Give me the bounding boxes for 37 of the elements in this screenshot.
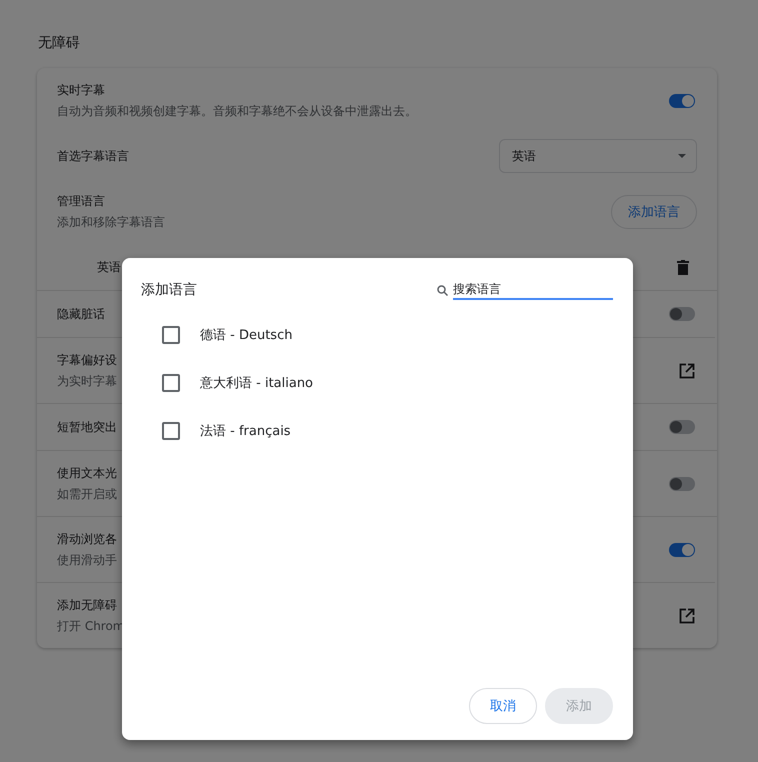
toggle-switch[interactable] xyxy=(669,307,695,321)
setting-title: 添加无障碍 xyxy=(57,596,117,614)
setting-title: 隐藏脏话 xyxy=(57,306,105,322)
setting-title: 滑动浏览各 xyxy=(57,530,117,548)
toggle-switch[interactable] xyxy=(669,420,695,434)
setting-title: 英语 xyxy=(97,258,121,276)
search-icon xyxy=(437,284,448,296)
setting-description: 为实时字幕 xyxy=(57,372,117,390)
external-link-icon[interactable] xyxy=(679,608,695,624)
language-label: 意大利语 - italiano xyxy=(200,375,314,392)
language-label: 法语 - français xyxy=(200,423,291,440)
language-select[interactable]: 英语 xyxy=(499,139,697,173)
toggle-switch[interactable] xyxy=(669,476,695,490)
add-language-button[interactable]: 添加语言 xyxy=(611,194,697,228)
setting-description: 添加和移除字幕语言 xyxy=(57,214,165,230)
setting-description: 使用滑动手 xyxy=(57,552,117,568)
setting-description: 自动为音频和视频创建字幕。音频和字幕绝不会从设备中泄露出去。 xyxy=(57,102,417,120)
checkbox[interactable] xyxy=(162,326,180,344)
cancel-button[interactable]: 取消 xyxy=(469,688,537,724)
dialog-title: 添加语言 xyxy=(141,281,197,299)
section-title: 无障碍 xyxy=(38,34,80,52)
setting-title: 实时字幕 xyxy=(57,82,105,98)
setting-title: 短暂地突出 xyxy=(57,418,117,436)
setting-title: 使用文本光 xyxy=(57,464,117,482)
setting-description: 如需开启或 xyxy=(57,486,117,502)
language-label: 德语 - Deutsch xyxy=(200,327,292,344)
dropdown-caret-icon xyxy=(678,154,686,158)
search-field[interactable]: 搜索语言 xyxy=(453,280,613,300)
trash-icon[interactable] xyxy=(677,260,689,274)
checkbox[interactable] xyxy=(162,422,180,440)
toggle-switch[interactable] xyxy=(669,94,695,108)
checkbox[interactable] xyxy=(162,374,180,392)
setting-title: 字幕偏好设 xyxy=(57,352,117,368)
setting-title: 首选字幕语言 xyxy=(57,148,129,164)
toggle-switch[interactable] xyxy=(669,542,695,556)
setting-title: 管理语言 xyxy=(57,192,105,210)
external-link-icon[interactable] xyxy=(679,362,695,378)
